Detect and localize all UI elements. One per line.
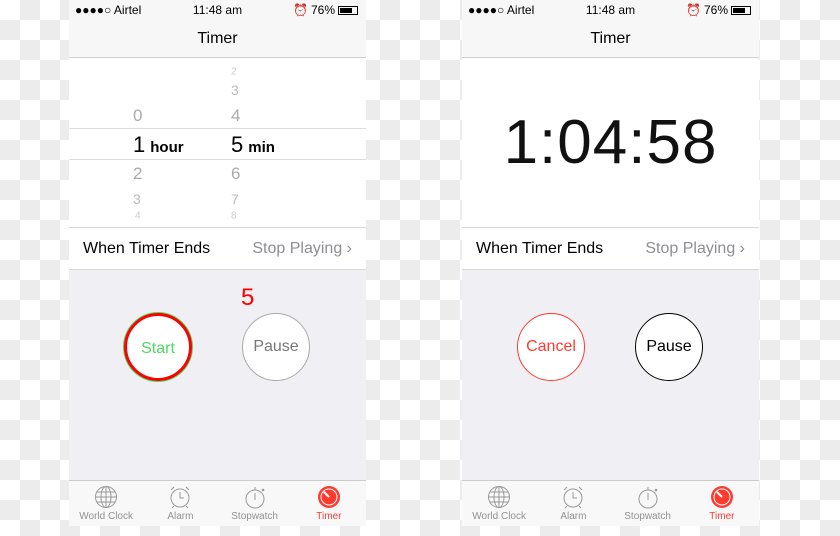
stopwatch-icon — [638, 487, 658, 509]
tab-world-clock[interactable]: World Clock — [462, 481, 536, 526]
tab-stopwatch[interactable]: Stopwatch — [218, 481, 292, 526]
tab-alarm[interactable]: Alarm — [536, 481, 610, 526]
minute-option[interactable]: 8 — [231, 211, 237, 222]
pause-button[interactable]: Pause — [242, 313, 310, 381]
tab-world-clock[interactable]: World Clock — [69, 481, 143, 526]
tab-bar: World Clock Alarm Stopwatch Timer — [69, 480, 366, 526]
chevron-right-icon: › — [346, 240, 352, 257]
alarm-icon: ⏰ — [293, 3, 308, 17]
battery-percent: 76% — [703, 3, 728, 17]
tab-stopwatch[interactable]: Stopwatch — [611, 481, 685, 526]
battery-icon — [731, 5, 751, 15]
hour-option[interactable]: 4 — [135, 211, 141, 222]
pause-button[interactable]: Pause — [635, 313, 703, 381]
hour-selected[interactable]: 1 hour — [133, 132, 184, 158]
chevron-right-icon: › — [739, 240, 745, 257]
status-bar: ●●●●○ Airtel 11:48 am ⏰ 76% — [462, 0, 759, 20]
alarm-clock-icon — [563, 486, 583, 509]
alarm-icon: ⏰ — [686, 3, 701, 17]
stopwatch-icon — [245, 487, 265, 509]
timer-icon — [710, 486, 733, 508]
minute-option[interactable]: 6 — [231, 164, 240, 184]
status-bar: ●●●●○ Airtel 11:48 am ⏰ 76% — [69, 0, 366, 20]
tab-timer[interactable]: Timer — [685, 481, 759, 526]
minute-option[interactable]: 3 — [231, 82, 239, 98]
tab-timer[interactable]: Timer — [292, 481, 366, 526]
hour-option[interactable]: 0 — [133, 106, 142, 126]
start-button[interactable]: Start — [124, 313, 192, 381]
battery-icon — [338, 5, 358, 15]
tab-alarm[interactable]: Alarm — [143, 481, 217, 526]
minute-option[interactable]: 2 — [231, 67, 237, 78]
alarm-clock-icon — [170, 486, 190, 509]
minute-option[interactable]: 7 — [231, 191, 239, 207]
when-timer-ends-row[interactable]: When Timer Ends Stop Playing › — [462, 228, 759, 270]
globe-icon — [488, 486, 511, 508]
battery-percent: 76% — [310, 3, 335, 17]
page-title: Timer — [462, 20, 759, 58]
duration-picker[interactable]: 0 1 hour 2 3 4 2 3 4 5 min 6 7 8 — [69, 58, 366, 228]
timer-running-screen: ●●●●○ Airtel 11:48 am ⏰ 76% Timer 1:04:58… — [462, 0, 759, 526]
minute-selected[interactable]: 5 min — [231, 132, 275, 158]
hour-option[interactable]: 3 — [133, 191, 141, 207]
hour-option[interactable]: 2 — [133, 164, 142, 184]
when-timer-ends-row[interactable]: When Timer Ends Stop Playing › — [69, 228, 366, 270]
globe-icon — [95, 486, 118, 508]
cancel-button[interactable]: Cancel — [517, 313, 585, 381]
timer-icon — [317, 486, 340, 508]
timer-setup-screen: ●●●●○ Airtel 11:48 am ⏰ 76% Timer 0 1 hour… — [69, 0, 366, 526]
annotation-number: 5 — [241, 284, 255, 311]
minute-option[interactable]: 4 — [231, 106, 240, 126]
page-title: Timer — [69, 20, 366, 58]
tab-bar: World Clock Alarm Stopwatch Timer — [462, 480, 759, 526]
countdown-display: 1:04:58 — [462, 58, 759, 228]
